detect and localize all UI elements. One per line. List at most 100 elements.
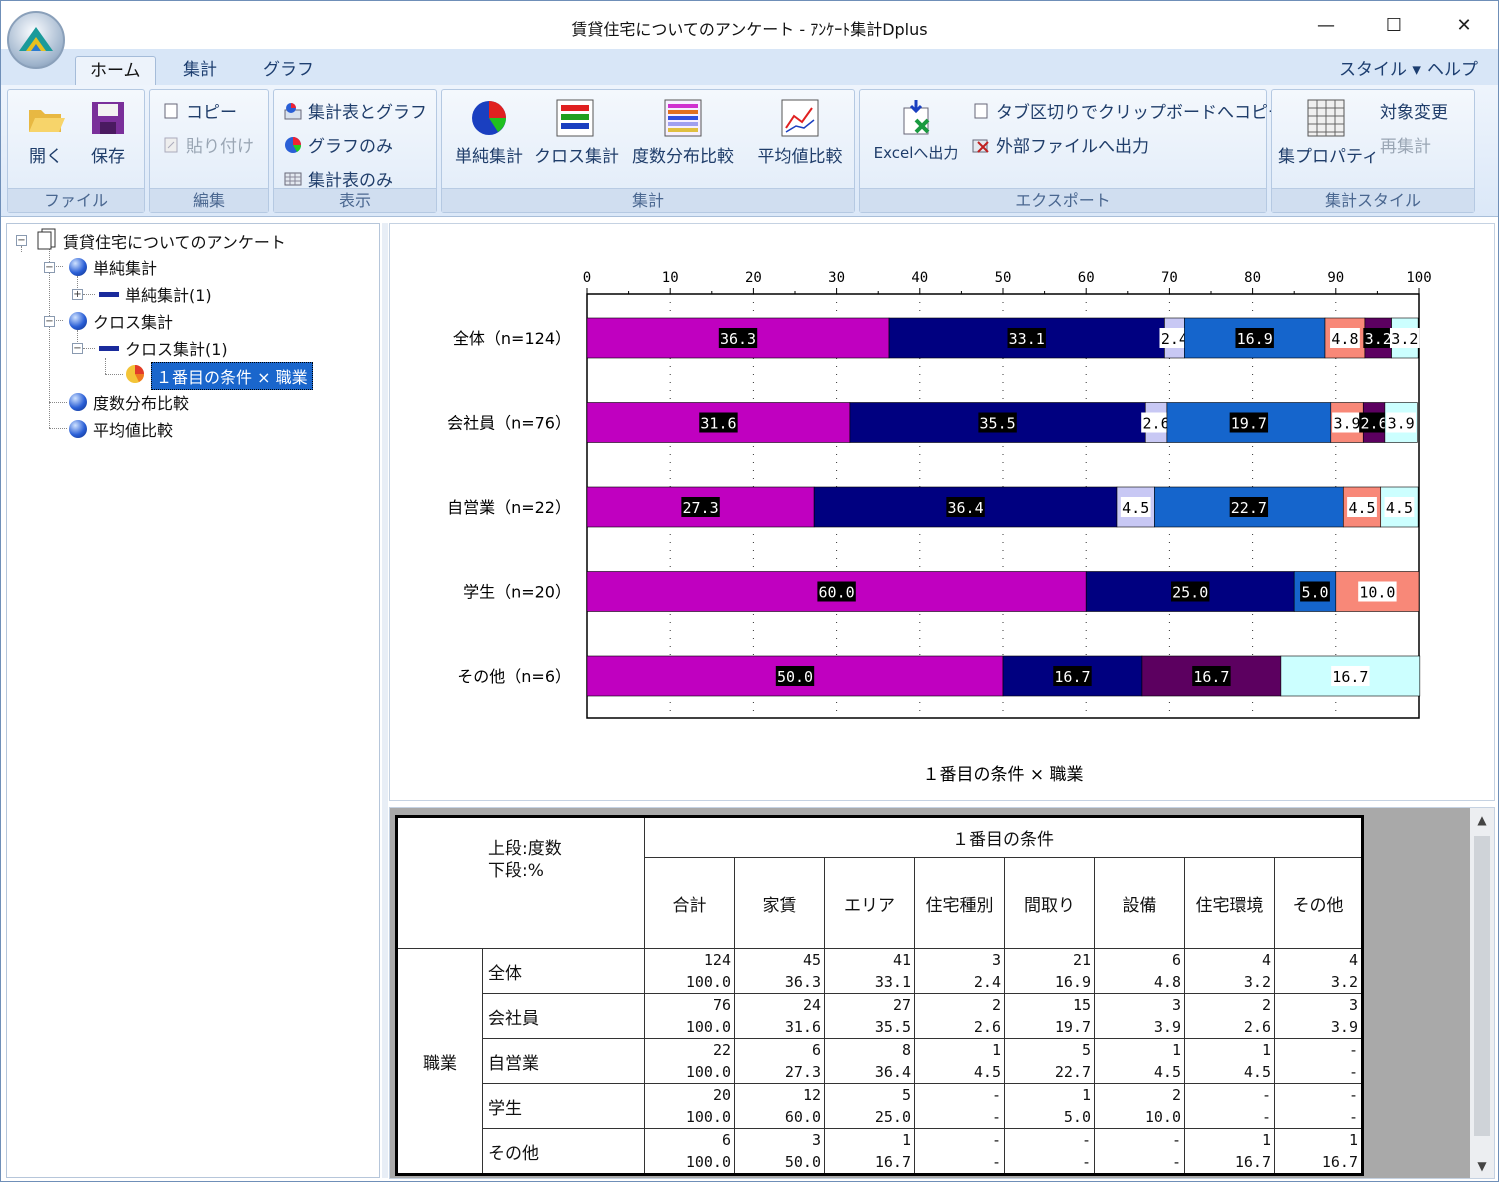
scroll-down-arrow-icon[interactable]: ▼ [1470, 1154, 1494, 1178]
tree-item-simple-label: 単純集計 [93, 259, 158, 278]
tab-aggregate[interactable]: 集計 [169, 56, 231, 86]
tab-copy-button[interactable]: タブ区切りでクリップボードへコピー [972, 98, 1285, 123]
tree-item-root[interactable]: 賃貸住宅についてのアンケート [37, 228, 286, 254]
table-cell: 2 2.6 [914, 993, 1005, 1039]
data-label: 60.0 [819, 584, 855, 602]
tree-item-selected[interactable]: １番目の条件 × 職業 [125, 362, 313, 390]
tree-item-simple[interactable]: 単純集計 [69, 255, 157, 279]
cell-count: - [1171, 1131, 1181, 1149]
cell-count: 1 [1171, 1041, 1181, 1059]
tree-item-cross-label: クロス集計 [93, 313, 174, 332]
table-cell: -- [1274, 1083, 1363, 1129]
x-tick-label: 20 [745, 270, 762, 286]
cell-count: - [1348, 1041, 1358, 1059]
cell-percent: - [991, 1153, 1001, 1171]
cross-agg-button[interactable]: クロス集計 [534, 98, 619, 167]
table-cell: -- [914, 1128, 1005, 1175]
agg-properties-button[interactable]: 集プロパティ [1278, 98, 1379, 167]
cell-percent: 16.7 [1234, 1153, 1271, 1171]
table-cell: -- [1094, 1128, 1185, 1175]
cell-count: 8 [901, 1041, 911, 1059]
row-label: 会社員 [482, 993, 645, 1039]
table-corner: 上段:度数 下段:% [396, 816, 645, 949]
x-tick-label: 30 [828, 270, 845, 286]
table-cell: 5 25.0 [824, 1083, 915, 1129]
paste-button[interactable]: 貼り付け [162, 132, 254, 157]
change-target-button[interactable]: 対象変更 [1380, 98, 1448, 123]
collapse-toggle[interactable]: − [72, 343, 83, 354]
save-button[interactable]: 保存 [80, 98, 136, 167]
data-label: 4.5 [1386, 499, 1413, 517]
tree-item-cross-1[interactable]: クロス集計(1) [99, 336, 228, 360]
table-cell: 24 31.6 [734, 993, 825, 1039]
x-tick-label: 100 [1406, 270, 1431, 286]
external-file-button[interactable]: 外部ファイルへ出力 [972, 132, 1149, 157]
x-tick-label: 90 [1327, 270, 1344, 286]
x-tick-label: 60 [1078, 270, 1095, 286]
tree-item-mean[interactable]: 平均値比較 [69, 417, 173, 441]
freq-compare-button[interactable]: 度数分布比較 [620, 98, 746, 167]
collapse-toggle[interactable]: − [16, 235, 27, 246]
cell-percent: 2.6 [1243, 1018, 1271, 1036]
floppy-save-icon [88, 98, 128, 138]
copy-button[interactable]: コピー [162, 98, 237, 123]
pie-chart-icon [284, 136, 302, 154]
tab-graph[interactable]: グラフ [249, 56, 328, 86]
cell-percent: 22.7 [1054, 1063, 1091, 1081]
view-graph-only-label: グラフのみ [308, 137, 393, 157]
table-cell: 1 4.5 [914, 1038, 1005, 1084]
excel-export-button[interactable]: Excelへ出力 [866, 98, 966, 163]
table-cell: 76 100.0 [644, 993, 735, 1039]
data-label: 2.6 [1143, 415, 1170, 433]
cell-count: 27 [892, 996, 911, 1014]
column-header-2: エリア [824, 857, 915, 949]
collapse-toggle[interactable]: − [44, 316, 55, 327]
collapse-toggle[interactable]: − [44, 262, 55, 273]
close-button[interactable]: ✕ [1441, 5, 1487, 45]
tree-item-cross[interactable]: クロス集計 [69, 309, 173, 333]
vertical-splitter[interactable] [382, 223, 388, 1178]
tree-item-simple-1[interactable]: 単純集計(1) [99, 282, 212, 306]
table-row: 学生 20 100.0 12 60.0 5 25.0- -1 5.0 2 10.0- - - - [397, 1083, 1363, 1129]
cell-percent: - [1348, 1063, 1358, 1081]
view-table-graph-button[interactable]: 集計表とグラフ [284, 98, 427, 123]
cell-percent: 19.7 [1054, 1018, 1091, 1036]
x-tick-label: 10 [662, 270, 679, 286]
vertical-scrollbar[interactable]: ▲ ▼ [1470, 808, 1494, 1178]
cell-count: 21 [1072, 951, 1091, 969]
minimize-button[interactable]: — [1303, 5, 1349, 45]
expand-toggle[interactable]: + [72, 289, 83, 300]
excel-export-icon [896, 98, 936, 138]
cell-count: 1 [901, 1131, 911, 1149]
reaggregate-button[interactable]: 再集計 [1380, 132, 1431, 157]
cell-count: 1 [1348, 1131, 1358, 1149]
view-graph-only-button[interactable]: グラフのみ [284, 132, 393, 157]
scrollbar-thumb[interactable] [1474, 836, 1490, 1136]
cell-percent: 5.0 [1063, 1108, 1091, 1126]
external-file-label: 外部ファイルへ出力 [996, 137, 1149, 157]
maximize-button[interactable]: ☐ [1371, 5, 1417, 45]
cell-count: 12 [802, 1086, 821, 1104]
tab-home[interactable]: ホーム [75, 56, 156, 86]
cell-count: 41 [892, 951, 911, 969]
help-menu[interactable]: ヘルプ ▾ [1413, 56, 1498, 108]
table-cell: 12 60.0 [734, 1083, 825, 1129]
data-label: 50.0 [777, 668, 813, 686]
row-label: 全体 [482, 948, 645, 994]
stacked-bar-icon [555, 98, 595, 138]
cross-table: 上段:度数 下段:% １番目の条件 合計 家賃 エリア 住宅種別 間取り 設備 住宅環境 その… [395, 815, 1364, 1176]
cell-percent: 36.3 [784, 973, 821, 991]
cell-percent: 60.0 [784, 1108, 821, 1126]
data-label: 19.7 [1231, 415, 1267, 433]
tree-item-freq[interactable]: 度数分布比較 [69, 390, 189, 414]
scroll-up-arrow-icon[interactable]: ▲ [1470, 808, 1494, 832]
open-button[interactable]: 開く [18, 98, 74, 167]
mean-compare-button[interactable]: 平均値比較 [748, 98, 852, 167]
export-file-icon [972, 136, 990, 154]
cell-percent: 100.0 [685, 1108, 731, 1126]
table-row: 職業 全体 124 100.0 45 36.3 41 33.1 3 2.4 21 16.9 6 4.8 4 3… [396, 948, 1363, 1175]
app-logo-icon[interactable] [7, 11, 65, 69]
cell-percent: 10.0 [1144, 1108, 1181, 1126]
simple-agg-button[interactable]: 単純集計 [448, 98, 530, 167]
cell-percent: 2.6 [973, 1018, 1001, 1036]
